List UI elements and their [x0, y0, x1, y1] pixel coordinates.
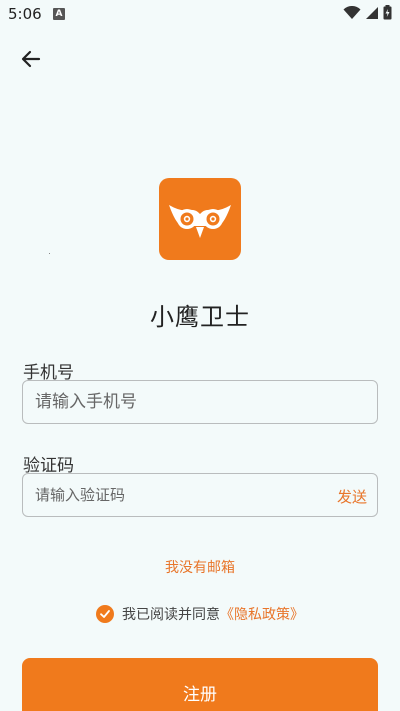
- back-button[interactable]: [14, 44, 48, 74]
- app-name: 小鹰卫士: [150, 303, 250, 331]
- agreement-row: 我已阅读并同意《隐私政策》: [0, 604, 400, 624]
- send-code-button[interactable]: 发送: [337, 486, 367, 507]
- signal-icon: [366, 6, 378, 19]
- agreement-text: 我已阅读并同意: [122, 607, 220, 623]
- app-logo: [159, 178, 241, 260]
- battery-icon: [383, 5, 392, 20]
- speck: [49, 253, 50, 254]
- status-bar: 5:06 A: [0, 0, 400, 28]
- status-time: 5:06: [8, 5, 42, 23]
- arrow-left-icon: [21, 50, 41, 68]
- privacy-policy-link[interactable]: 《隐私政策》: [220, 607, 304, 623]
- code-input[interactable]: [35, 486, 377, 504]
- owl-logo-icon: [169, 205, 231, 238]
- notification-badge-icon: A: [53, 8, 65, 20]
- wifi-icon: [343, 5, 361, 19]
- code-field[interactable]: 发送: [22, 473, 378, 517]
- status-icons: [343, 5, 392, 20]
- no-email-link[interactable]: 我没有邮箱: [0, 557, 400, 577]
- phone-input[interactable]: [35, 392, 377, 412]
- phone-field[interactable]: [22, 380, 378, 424]
- register-button[interactable]: 注册: [22, 658, 378, 711]
- register-screen: 5:06 A 小鹰卫士 手机号 请输入手机号 验证码 请输入验证码 发送 我没有…: [0, 0, 400, 711]
- register-button-label: 注册: [183, 685, 217, 705]
- check-icon: [100, 610, 110, 618]
- agree-checkbox[interactable]: [96, 605, 114, 623]
